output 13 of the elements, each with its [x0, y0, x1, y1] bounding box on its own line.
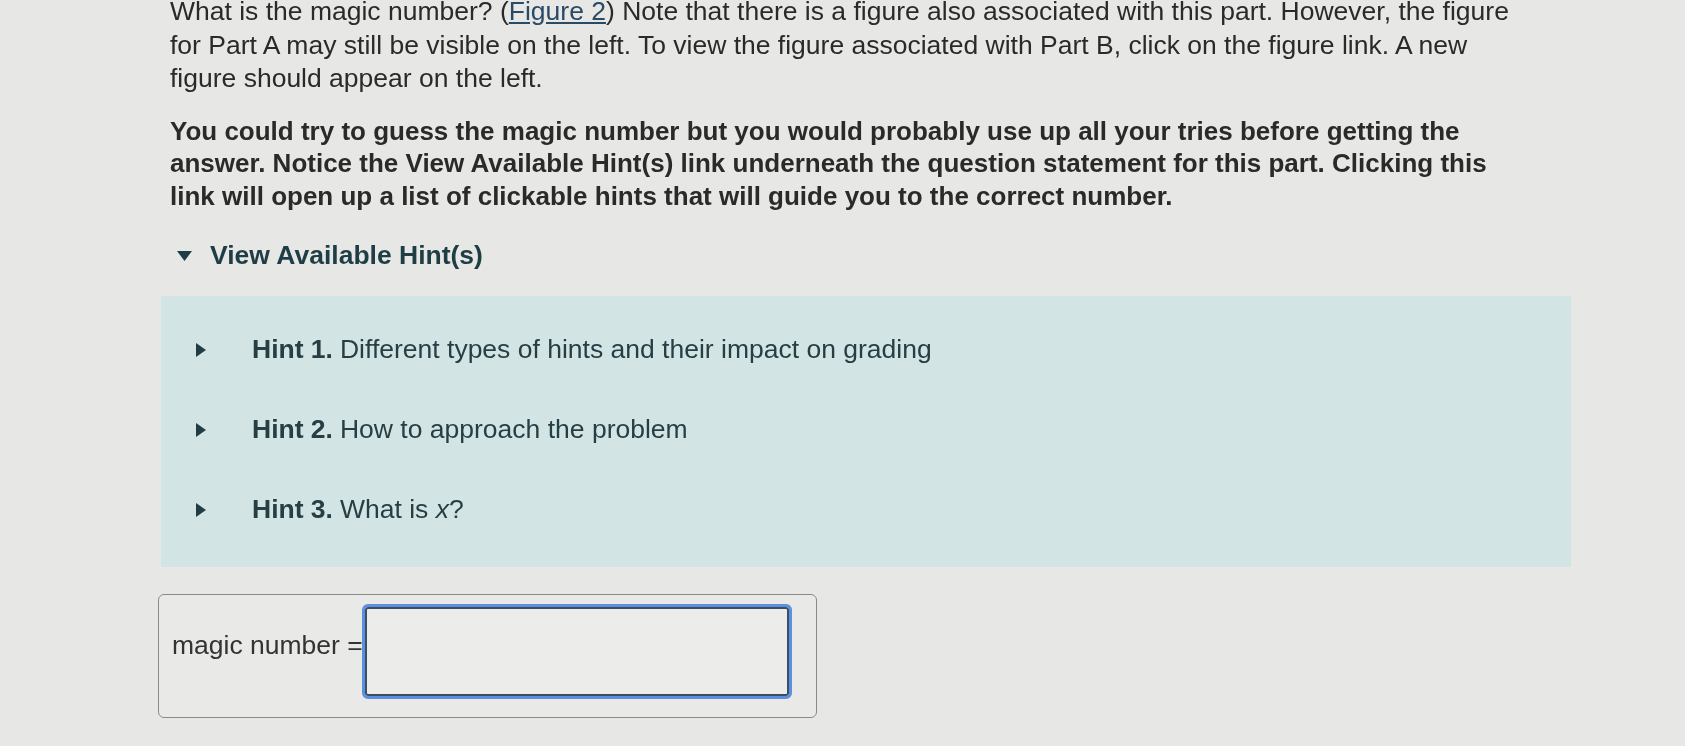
hint-item[interactable]: Hint 2. How to approach the problem [161, 410, 688, 450]
answer-label: magic number = [172, 629, 363, 663]
hint-item[interactable]: Hint 1. Different types of hints and their impact on grading [161, 330, 932, 370]
caret-icon[interactable] [196, 423, 206, 437]
instructions-paragraph: You could try to guess the magic number but you would probably use up all your tries before getting the answer. Notice the View Available Hint(s) link underneath the question statement for this part. Clicking this link will open up a list of clickable hints that will guide you to the correct number. [170, 114, 1488, 212]
caret-icon[interactable] [196, 343, 206, 357]
caret-icon[interactable] [196, 503, 206, 517]
question-paragraph: What is the magic number? (Figure 2) Note that there is a figure also associated with this part. However, the figure for Part A may still be visible on the left. To view the figure associated with Part B, click on the figure link. A new figure should appear on the left. [170, 0, 1510, 95]
figure-link[interactable]: Figure 2 [508, 0, 606, 26]
answer-input[interactable] [364, 607, 789, 696]
caret-icon[interactable] [177, 251, 192, 261]
hint-item[interactable]: Hint 3. What is x? [161, 490, 464, 530]
view-hints-toggle[interactable]: View Available Hint(s) [177, 236, 483, 276]
